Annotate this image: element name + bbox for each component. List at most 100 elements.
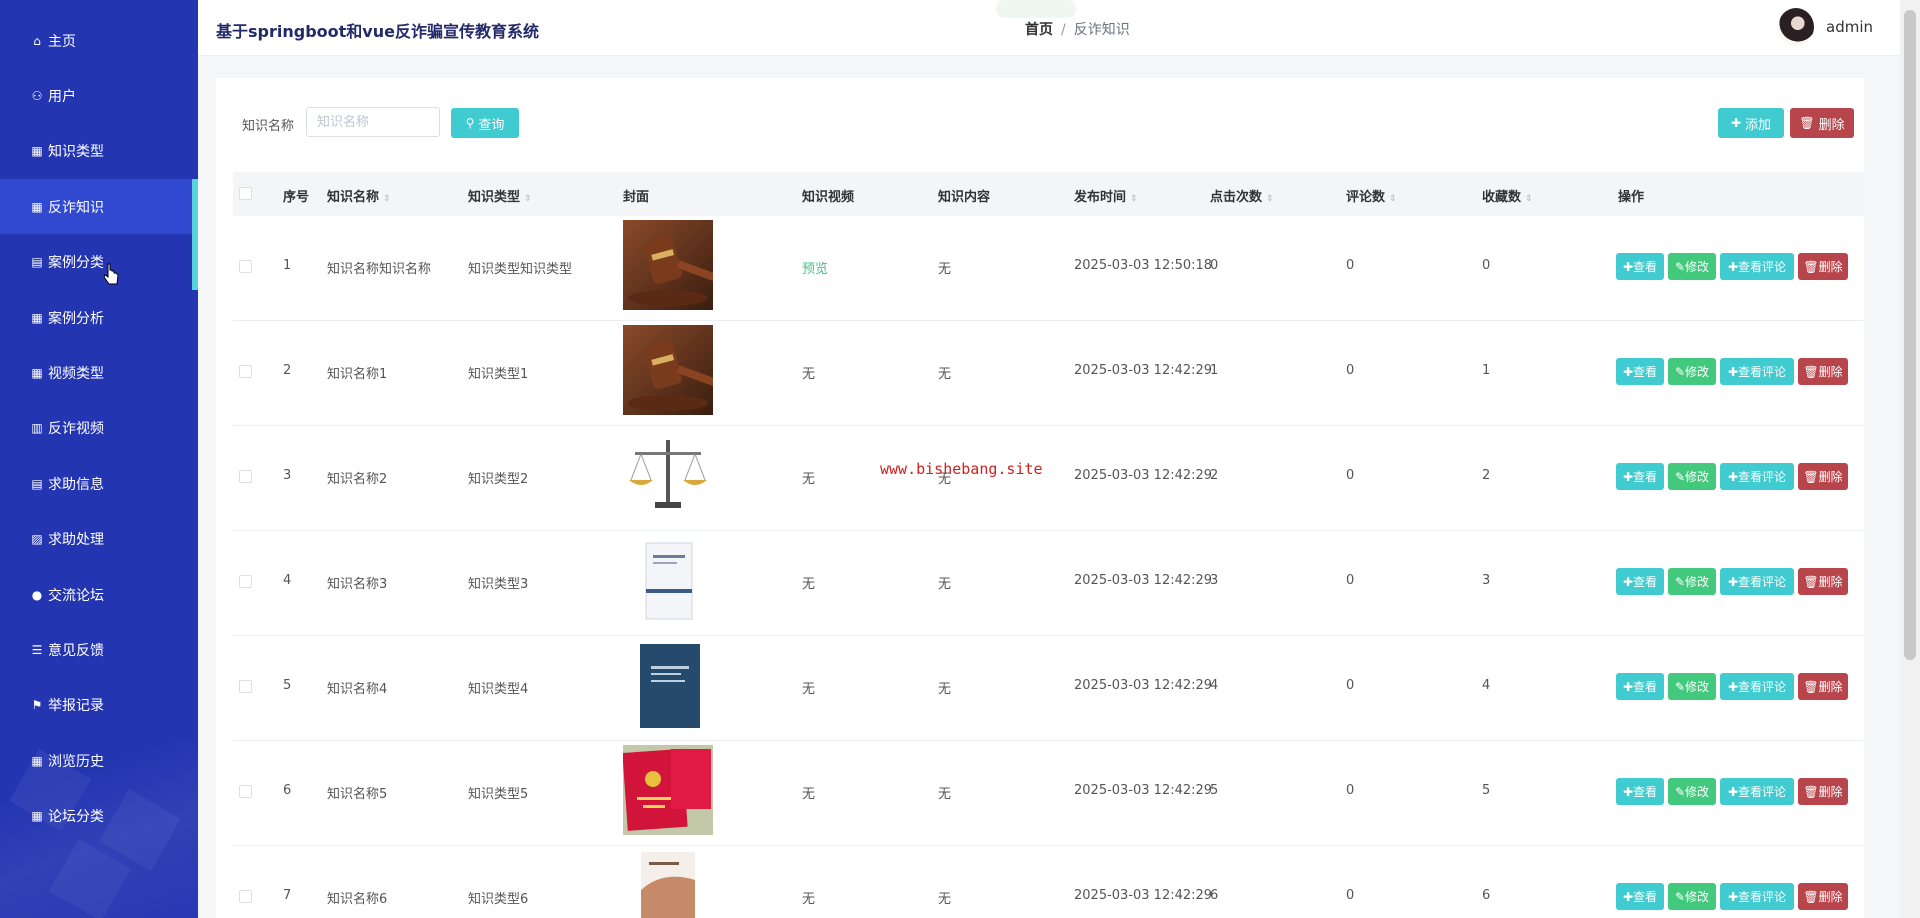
column-header-label: 封面 (623, 190, 650, 205)
sidebar-item-label: 求助处理 (48, 532, 104, 549)
cell-video[interactable]: 预览 (802, 258, 828, 277)
sidebar-item[interactable]: ▦ 论坛分类 (0, 789, 198, 844)
sidebar-item[interactable]: ▦ 知识类型 (0, 124, 198, 179)
column-header-type[interactable]: 知识类型 ⇕ (468, 186, 532, 205)
cell-name: 知识名称4 (327, 682, 388, 697)
view-button[interactable]: ✚ 查看 (1616, 778, 1664, 805)
cell-content: 无 (938, 682, 952, 697)
cell-name: 知识名称5 (327, 787, 388, 802)
view-comments-button[interactable]: ✚ 查看评论 (1720, 778, 1794, 805)
plus-icon: ✚ (1622, 469, 1634, 484)
view-button-label: 查看 (1633, 575, 1658, 589)
delete-button[interactable]: 🗑 删除 (1798, 778, 1848, 805)
row-checkbox[interactable] (239, 785, 252, 798)
sidebar-item[interactable]: ⌂ 主页 (0, 13, 198, 68)
edit-button[interactable]: ✎ 修改 (1668, 778, 1716, 805)
column-header-clicks[interactable]: 点击次数 ⇕ (1210, 186, 1274, 205)
sidebar-item[interactable]: ⚇ 用户 (0, 68, 198, 123)
edit-button[interactable]: ✎ 修改 (1668, 673, 1716, 700)
view-comments-button[interactable]: ✚ 查看评论 (1720, 883, 1794, 910)
delete-button[interactable]: 🗑 删除 (1798, 253, 1848, 280)
sidebar-item[interactable]: ▦ 案例分析 (0, 290, 198, 345)
trash-icon: 🗑 (1803, 259, 1819, 274)
plus-icon: ✚ (1727, 259, 1739, 274)
sidebar-item[interactable]: ● 交流论坛 (0, 567, 198, 622)
row-checkbox[interactable] (239, 470, 252, 483)
view-button[interactable]: ✚ 查看 (1616, 253, 1664, 280)
sort-icon[interactable]: ⇕ (1525, 194, 1533, 204)
sidebar-item[interactable]: ▦ 浏览历史 (0, 733, 198, 788)
edit-icon: ✎ (1674, 784, 1686, 799)
cell-type: 知识类型1 (468, 367, 529, 382)
column-header-name[interactable]: 知识名称 ⇕ (327, 186, 391, 205)
column-header-favorites[interactable]: 收藏数 ⇕ (1482, 186, 1533, 205)
delete-button[interactable]: 🗑 删除 (1798, 883, 1848, 910)
add-button[interactable]: ✚ 添加 (1718, 108, 1784, 138)
select-all-checkbox[interactable] (239, 187, 252, 200)
sidebar-item[interactable]: ▦ 反诈知识 (0, 179, 198, 235)
edit-icon: ✎ (1674, 259, 1686, 274)
sidebar-item[interactable]: ▤ 求助信息 (0, 456, 198, 511)
edit-button-label: 修改 (1685, 785, 1710, 799)
avatar[interactable] (1778, 8, 1814, 46)
edit-button[interactable]: ✎ 修改 (1668, 568, 1716, 595)
view-button-label: 查看 (1633, 260, 1658, 274)
cell-clicks: 0 (1210, 258, 1219, 273)
edit-button[interactable]: ✎ 修改 (1668, 358, 1716, 385)
breadcrumb-home[interactable]: 首页 (1025, 22, 1053, 38)
delete-button[interactable]: 🗑 删除 (1798, 568, 1848, 595)
view-comments-button[interactable]: ✚ 查看评论 (1720, 253, 1794, 280)
sort-icon[interactable]: ⇕ (1389, 194, 1397, 204)
row-checkbox[interactable] (239, 365, 252, 378)
sort-icon[interactable]: ⇕ (383, 194, 391, 204)
column-header-time[interactable]: 发布时间 ⇕ (1074, 186, 1138, 205)
sidebar-item[interactable]: ▨ 求助处理 (0, 512, 198, 567)
edit-button[interactable]: ✎ 修改 (1668, 883, 1716, 910)
row-checkbox[interactable] (239, 260, 252, 273)
sidebar-item[interactable]: ▥ 反诈视频 (0, 401, 198, 456)
cell-index: 4 (283, 573, 292, 588)
view-button[interactable]: ✚ 查看 (1616, 883, 1664, 910)
view-button[interactable]: ✚ 查看 (1616, 673, 1664, 700)
view-comments-button[interactable]: ✚ 查看评论 (1720, 463, 1794, 490)
sidebar-item[interactable]: ▤ 案例分类 (0, 235, 198, 290)
query-button[interactable]: ⚲ 查询 (451, 108, 519, 138)
view-button[interactable]: ✚ 查看 (1616, 463, 1664, 490)
cell-cover-image (623, 640, 713, 730)
scrollbar-thumb[interactable] (1904, 10, 1916, 660)
edit-button[interactable]: ✎ 修改 (1668, 463, 1716, 490)
content-card: 知识名称 ⚲查询 ✚添加 🗑删除 序号 知识名称⇕ 知识类型⇕ 封面 知识视频 … (216, 78, 1864, 918)
search-input[interactable] (306, 107, 440, 137)
row-checkbox[interactable] (239, 680, 252, 693)
view-comments-button[interactable]: ✚ 查看评论 (1720, 568, 1794, 595)
sort-icon[interactable]: ⇕ (1266, 194, 1274, 204)
view-comments-button[interactable]: ✚ 查看评论 (1720, 673, 1794, 700)
batch-delete-button[interactable]: 🗑 删除 (1790, 108, 1854, 138)
sort-icon[interactable]: ⇕ (1130, 194, 1138, 204)
site-title: 基于springboot和vue反诈骗宣传教育系统 (216, 22, 539, 41)
trash-icon: 🗑 (1803, 364, 1819, 379)
cell-name: 知识名称2 (327, 472, 388, 487)
row-checkbox[interactable] (239, 890, 252, 903)
username[interactable]: admin (1826, 18, 1873, 36)
delete-button[interactable]: 🗑 删除 (1798, 673, 1848, 700)
row-checkbox[interactable] (239, 575, 252, 588)
sidebar-item[interactable]: ⚑ 举报记录 (0, 678, 198, 733)
sidebar-item-label: 案例分析 (48, 310, 104, 327)
sidebar-item[interactable]: ▦ 视频类型 (0, 345, 198, 400)
view-button[interactable]: ✚ 查看 (1616, 358, 1664, 385)
edit-button[interactable]: ✎ 修改 (1668, 253, 1716, 280)
delete-button[interactable]: 🗑 删除 (1798, 463, 1848, 490)
sidebar-item[interactable]: ☰ 意见反馈 (0, 622, 198, 677)
table-row: 3 知识名称2 知识类型2 无无 2025-03-03 12:42:29 2 0 2 ✚ 查看 ✎ 修… (233, 426, 1864, 531)
cell-comments: 0 (1346, 783, 1355, 798)
view-comments-button[interactable]: ✚ 查看评论 (1720, 358, 1794, 385)
page-scrollbar[interactable] (1900, 0, 1920, 918)
plus-icon: ✚ (1622, 784, 1634, 799)
cell-time: 2025-03-03 12:42:29 (1074, 888, 1213, 903)
view-button[interactable]: ✚ 查看 (1616, 568, 1664, 595)
column-header-label: 收藏数 (1482, 190, 1522, 205)
delete-button[interactable]: 🗑 删除 (1798, 358, 1848, 385)
column-header-comments[interactable]: 评论数 ⇕ (1346, 186, 1397, 205)
sort-icon[interactable]: ⇕ (524, 194, 532, 204)
